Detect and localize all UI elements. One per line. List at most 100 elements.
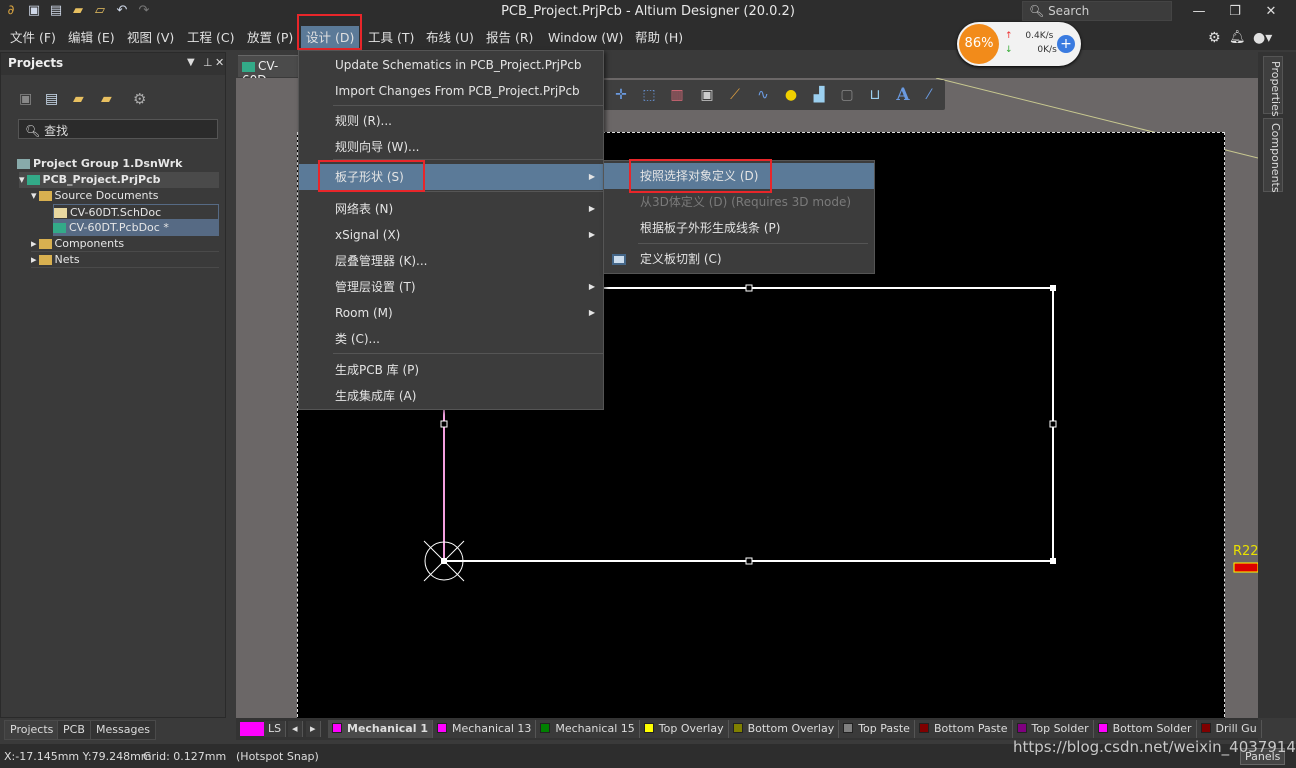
menu-item-label: Room (M) bbox=[335, 306, 393, 320]
board-shape-menu-item[interactable]: 根据板子外形生成线条 (P) bbox=[604, 215, 874, 241]
layer-name: Bottom Solder bbox=[1112, 722, 1192, 735]
layer-tab[interactable]: Bottom Paste bbox=[914, 720, 1013, 738]
design-menu-item[interactable]: 规则 (R)... bbox=[299, 108, 603, 134]
menu-item-label: Update Schematics in PCB_Project.PrjPcb bbox=[335, 58, 582, 72]
layer-color-swatch bbox=[1200, 723, 1211, 733]
cursor-coords: X:-17.145mm Y:79.248mm bbox=[4, 750, 152, 763]
layer-tab[interactable]: Top Overlay bbox=[639, 720, 729, 738]
design-menu-item[interactable]: Update Schematics in PCB_Project.PrjPcb bbox=[299, 52, 603, 78]
layer-tab[interactable]: Mechanical 13 bbox=[432, 720, 537, 738]
layer-color-swatch bbox=[540, 723, 551, 733]
menu-item-label: 规则向导 (W)... bbox=[335, 140, 420, 154]
design-menu-item[interactable]: Import Changes From PCB_Project.PrjPcb bbox=[299, 78, 603, 104]
submenu-arrow-icon: ▶ bbox=[588, 204, 595, 213]
menu-item-label: Import Changes From PCB_Project.PrjPcb bbox=[335, 84, 580, 98]
layer-name: Mechanical 1 bbox=[347, 722, 428, 735]
line-icon[interactable]: ⁄ bbox=[919, 86, 939, 104]
menu-separator bbox=[333, 105, 603, 106]
layer-name: Drill Gu bbox=[1215, 722, 1257, 735]
snap-mode: (Hotspot Snap) bbox=[236, 750, 319, 763]
design-menu-item[interactable]: 生成PCB 库 (P) bbox=[299, 357, 603, 383]
submenu-arrow-icon: ▶ bbox=[588, 282, 595, 291]
layer-name: Bottom Paste bbox=[933, 722, 1008, 735]
menu-item-label: 生成PCB 库 (P) bbox=[335, 363, 420, 377]
menu-item-label: 定义板切割 (C) bbox=[640, 252, 722, 266]
menu-separator bbox=[333, 353, 603, 354]
layer-name: Mechanical 13 bbox=[451, 722, 532, 735]
align-icon[interactable]: ▥ bbox=[667, 86, 687, 104]
layer-tab[interactable]: Drill Gu bbox=[1196, 720, 1262, 738]
watermark: https://blog.csdn.net/weixin_40379143 bbox=[1013, 738, 1296, 756]
current-layer-swatch[interactable] bbox=[240, 722, 264, 736]
layer-tabs: Mechanical 1 Mechanical 13 Mechanical 15 To… bbox=[328, 718, 1262, 740]
layer-name: Top Solder bbox=[1031, 722, 1089, 735]
board-outline-drawing bbox=[423, 284, 1259, 582]
layer-tab[interactable]: Top Paste bbox=[839, 720, 915, 738]
design-menu-item[interactable]: xSignal (X) ▶ bbox=[299, 222, 603, 248]
layer-tab[interactable]: Bottom Overlay bbox=[728, 720, 840, 738]
menu-item-label: 生成集成库 (A) bbox=[335, 389, 417, 403]
dimension-icon[interactable]: ⊔ bbox=[865, 86, 885, 104]
handle[interactable] bbox=[745, 557, 753, 565]
board-cutout-icon bbox=[612, 254, 626, 265]
board-shape-menu-item[interactable]: 定义板切割 (C) bbox=[604, 246, 874, 272]
design-menu-item[interactable]: 规则向导 (W)... bbox=[299, 134, 603, 160]
layer-color-swatch bbox=[1016, 723, 1027, 733]
next-layer-button[interactable]: ▸ bbox=[306, 721, 321, 737]
submenu-arrow-icon: ▶ bbox=[588, 308, 595, 317]
tab-components[interactable]: Components bbox=[1263, 118, 1283, 193]
layer-tab[interactable]: Mechanical 1 bbox=[328, 720, 433, 738]
submenu-arrow-icon: ▶ bbox=[588, 172, 595, 181]
handle[interactable] bbox=[1050, 558, 1056, 564]
design-menu-item[interactable]: 层叠管理器 (K)... bbox=[299, 248, 603, 274]
layer-tabs-bar: LS ◂ ▸ Mechanical 1 Mechanical 13 Mechanic… bbox=[236, 718, 1262, 740]
layer-name: Mechanical 15 bbox=[555, 722, 635, 735]
handle[interactable] bbox=[745, 284, 753, 292]
layer-color-swatch bbox=[643, 723, 654, 733]
tab-properties[interactable]: Properties bbox=[1263, 56, 1283, 117]
keepout-icon[interactable]: ▢ bbox=[837, 86, 857, 104]
menu-item-label: 类 (C)... bbox=[335, 332, 381, 346]
move-icon[interactable]: ✛ bbox=[611, 86, 631, 104]
prev-layer-button[interactable]: ◂ bbox=[288, 721, 303, 737]
pad-via-icon[interactable]: ● bbox=[781, 86, 801, 104]
menu-item-label: 层叠管理器 (K)... bbox=[335, 254, 428, 268]
layer-color-swatch bbox=[332, 723, 342, 733]
diff-pair-icon[interactable]: ∿ bbox=[753, 86, 773, 104]
design-menu: Update Schematics in PCB_Project.PrjPcb I… bbox=[298, 50, 604, 410]
handle[interactable] bbox=[1050, 285, 1056, 291]
menu-item-label: 根据板子外形生成线条 (P) bbox=[640, 221, 781, 235]
menu-item-label: 网络表 (N) bbox=[335, 202, 394, 216]
layer-name: Top Overlay bbox=[658, 722, 724, 735]
layer-tab[interactable]: Top Solder bbox=[1012, 720, 1094, 738]
layer-name: Bottom Overlay bbox=[747, 722, 835, 735]
text-icon[interactable]: A bbox=[893, 86, 913, 104]
route-icon[interactable]: ⟋ bbox=[725, 86, 745, 104]
select-rect-icon[interactable]: ⬚ bbox=[639, 86, 659, 104]
layer-name: Top Paste bbox=[858, 722, 910, 735]
menu-item-label: 规则 (R)... bbox=[335, 114, 392, 128]
fill-icon[interactable]: ▟ bbox=[809, 86, 829, 104]
component-r22[interactable] bbox=[1233, 562, 1259, 573]
layer-tab[interactable]: Bottom Solder bbox=[1093, 720, 1197, 738]
layer-set-button[interactable]: LS bbox=[264, 721, 287, 737]
handle[interactable] bbox=[1049, 420, 1057, 428]
highlight-box bbox=[629, 159, 772, 193]
component-icon[interactable]: ▣ bbox=[697, 86, 717, 104]
layer-color-swatch bbox=[843, 723, 854, 733]
grid-size: Grid: 0.127mm bbox=[143, 750, 227, 763]
layer-color-swatch bbox=[436, 723, 447, 733]
design-menu-item[interactable]: 管理层设置 (T) ▶ bbox=[299, 274, 603, 300]
highlight-box bbox=[318, 160, 425, 192]
design-menu-item[interactable]: 类 (C)... bbox=[299, 326, 603, 352]
menu-item-label: 从3D体定义 (D) (Requires 3D mode) bbox=[640, 195, 852, 209]
layer-color-swatch bbox=[918, 723, 929, 733]
design-menu-item[interactable]: Room (M) ▶ bbox=[299, 300, 603, 326]
design-menu-item[interactable]: 网络表 (N) ▶ bbox=[299, 196, 603, 222]
layer-color-swatch bbox=[732, 723, 743, 733]
design-menu-item[interactable]: 生成集成库 (A) bbox=[299, 383, 603, 409]
menu-item-label: xSignal (X) bbox=[335, 228, 401, 242]
component-label: R22 bbox=[1233, 544, 1259, 559]
handle[interactable] bbox=[440, 420, 448, 428]
layer-tab[interactable]: Mechanical 15 bbox=[536, 720, 640, 738]
